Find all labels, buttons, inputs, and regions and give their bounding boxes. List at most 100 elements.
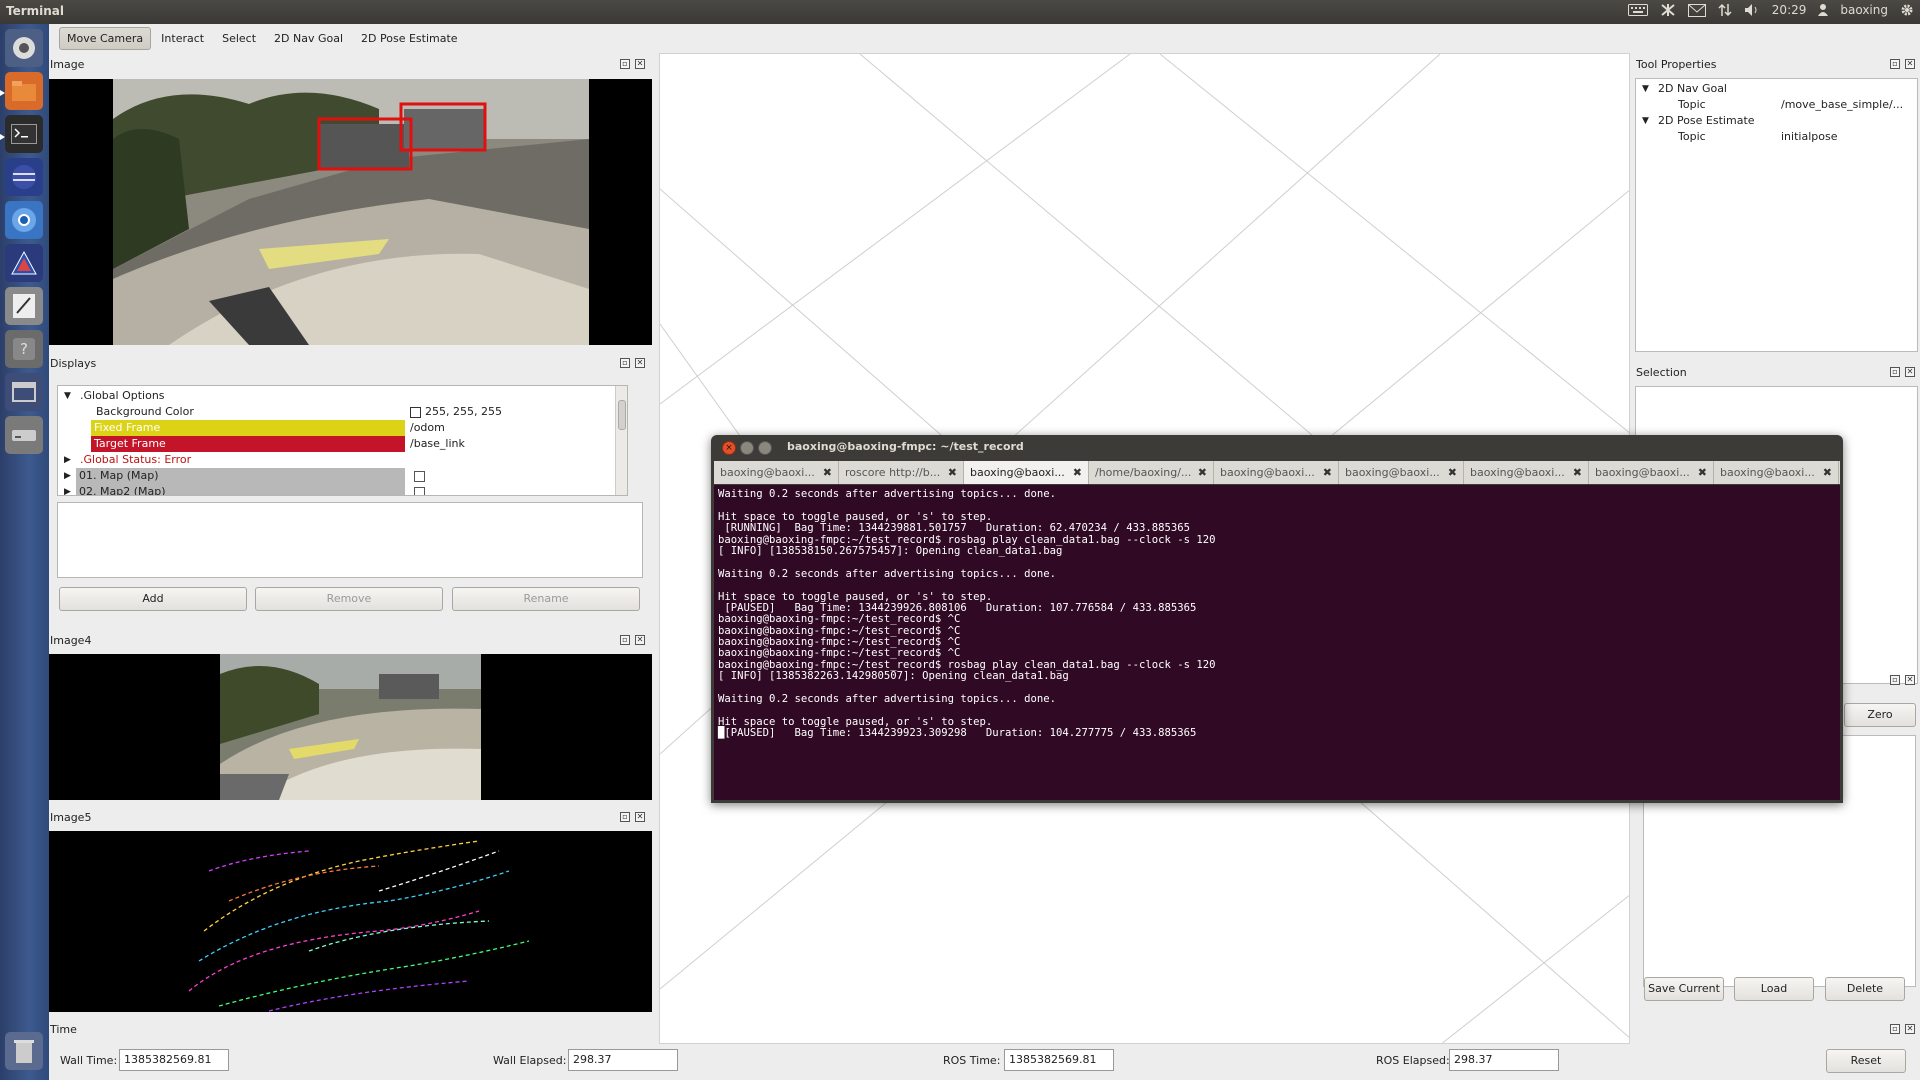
close-tab-icon[interactable]: ✖ [1073,461,1082,484]
float-icon[interactable]: ▫ [620,59,630,69]
pose-topic-row[interactable]: Topic initialpose [1636,129,1916,145]
app-icon[interactable] [5,244,43,282]
user-name[interactable]: baoxing [1840,3,1888,17]
nav-goal-topic-row[interactable]: Topic /move_base_simple/... [1636,97,1916,113]
maximize-window-icon[interactable] [758,441,772,455]
mail-icon[interactable] [1687,3,1706,17]
close-icon[interactable]: ✕ [635,59,645,69]
nav-goal-topic-value[interactable]: /move_base_simple/... [1781,97,1903,113]
network-icon[interactable] [1718,3,1732,17]
target-frame-row[interactable]: Target Frame /base_link [58,436,627,452]
map1-row[interactable]: ▶ 01. Map (Map) [58,468,627,484]
map1-checkbox[interactable] [414,471,425,482]
fixed-frame-value[interactable]: /odom [410,420,445,436]
expand-icon[interactable]: ▼ [64,388,71,404]
minimize-window-icon[interactable] [740,441,754,455]
expand-icon[interactable]: ▶ [64,468,71,484]
ros-time-field[interactable]: 1385382569.81 [1004,1049,1114,1071]
pose-topic-value[interactable]: initialpose [1781,129,1837,145]
close-tab-icon[interactable]: ✖ [823,461,832,484]
color-swatch[interactable] [410,407,421,418]
terminal-tab[interactable]: baoxing@baoxi... ✖ [1214,461,1339,484]
tool-2d-nav-goal[interactable]: 2D Nav Goal [266,27,351,50]
map2-row[interactable]: ▶ 02. Map2 (Map) [58,484,627,495]
close-icon[interactable]: ✕ [635,812,645,822]
user-icon[interactable] [1818,4,1829,16]
tool-select[interactable]: Select [214,27,264,50]
close-icon[interactable]: ✕ [1905,1024,1915,1034]
float-icon[interactable]: ▫ [1890,59,1900,69]
target-frame-value[interactable]: /base_link [410,436,465,452]
load-button[interactable]: Load [1734,977,1814,1001]
close-tab-icon[interactable]: ✖ [1198,461,1207,484]
zero-button[interactable]: Zero [1844,703,1916,727]
dash-home-icon[interactable] [5,29,43,67]
close-icon[interactable]: ✕ [1905,367,1915,377]
background-color-row[interactable]: Background Color 255, 255, 255 [58,404,627,420]
float-icon[interactable]: ▫ [1890,675,1900,685]
wall-time-field[interactable]: 1385382569.81 [119,1049,229,1071]
fixed-frame-row[interactable]: Fixed Frame /odom [58,420,627,436]
close-tab-icon[interactable]: ✖ [1323,461,1332,484]
ros-elapsed-field[interactable]: 298.37 [1449,1049,1559,1071]
help-icon[interactable]: ? [5,330,43,368]
terminal-tab-active[interactable]: baoxing@baoxi... ✖ [964,461,1089,484]
terminal-tab[interactable]: baoxing@baoxi... ✖ [1339,461,1464,484]
terminal-tab[interactable]: baoxing@baoxi... ✖ [1589,461,1714,484]
close-tab-icon[interactable]: ✖ [1823,461,1832,484]
gear-icon[interactable] [1900,3,1914,17]
map2-checkbox[interactable] [414,487,425,495]
eclipse-icon[interactable] [5,158,43,196]
clock[interactable]: 20:29 [1772,3,1807,17]
close-window-icon[interactable]: × [722,441,736,455]
nav-goal-row[interactable]: ▼ 2D Nav Goal [1636,81,1916,97]
float-icon[interactable]: ▫ [1890,1024,1900,1034]
rename-button[interactable]: Rename [452,587,640,611]
tool-2d-pose-estimate[interactable]: 2D Pose Estimate [353,27,466,50]
close-icon[interactable]: ✕ [1905,59,1915,69]
close-icon[interactable]: ✕ [635,635,645,645]
tool-move-camera[interactable]: Move Camera [59,27,152,50]
save-current-button[interactable]: Save Current [1644,977,1724,1001]
bluetooth-icon[interactable] [1660,3,1676,17]
volume-icon[interactable] [1744,3,1760,17]
add-button[interactable]: Add [59,587,247,611]
displays-scrollbar[interactable] [615,386,627,495]
close-tab-icon[interactable]: ✖ [1573,461,1582,484]
close-tab-icon[interactable]: ✖ [1698,461,1707,484]
terminal-tab[interactable]: baoxing@baoxi... ✖ [1714,461,1839,484]
expand-icon[interactable]: ▼ [1642,113,1649,129]
expand-icon[interactable]: ▶ [64,452,71,468]
float-icon[interactable]: ▫ [620,635,630,645]
global-status-row[interactable]: ▶ .Global Status: Error [58,452,627,468]
window-icon[interactable] [5,373,43,411]
wall-elapsed-field[interactable]: 298.37 [568,1049,678,1071]
files-icon[interactable] [5,72,43,110]
keyboard-icon[interactable] [1627,4,1648,16]
float-icon[interactable]: ▫ [620,358,630,368]
text-editor-icon[interactable] [5,287,43,325]
float-icon[interactable]: ▫ [620,812,630,822]
tool-interact[interactable]: Interact [153,27,212,50]
expand-icon[interactable]: ▶ [64,484,71,495]
close-tab-icon[interactable]: ✖ [948,461,957,484]
background-color-value[interactable]: 255, 255, 255 [425,404,502,420]
terminal-tab[interactable]: baoxing@baoxi... ✖ [714,461,839,484]
drive-icon[interactable] [5,416,43,454]
terminal-tab[interactable]: /home/baoxing/... ✖ [1089,461,1214,484]
delete-button[interactable]: Delete [1825,977,1905,1001]
expand-icon[interactable]: ▼ [1642,81,1649,97]
chromium-icon[interactable] [5,201,43,239]
pose-estimate-row[interactable]: ▼ 2D Pose Estimate [1636,113,1916,129]
reset-button[interactable]: Reset [1826,1049,1906,1073]
terminal-output[interactable]: Waiting 0.2 seconds after advertising to… [714,485,1840,800]
close-tab-icon[interactable]: ✖ [1448,461,1457,484]
remove-button[interactable]: Remove [255,587,443,611]
float-icon[interactable]: ▫ [1890,367,1900,377]
terminal-tab[interactable]: roscore http://b... ✖ [839,461,964,484]
terminal-tab[interactable]: baoxing@baoxi... ✖ [1464,461,1589,484]
close-icon[interactable]: ✕ [635,358,645,368]
global-options-row[interactable]: ▼ .Global Options [58,388,627,404]
trash-icon[interactable] [5,1032,43,1070]
close-icon[interactable]: ✕ [1905,675,1915,685]
